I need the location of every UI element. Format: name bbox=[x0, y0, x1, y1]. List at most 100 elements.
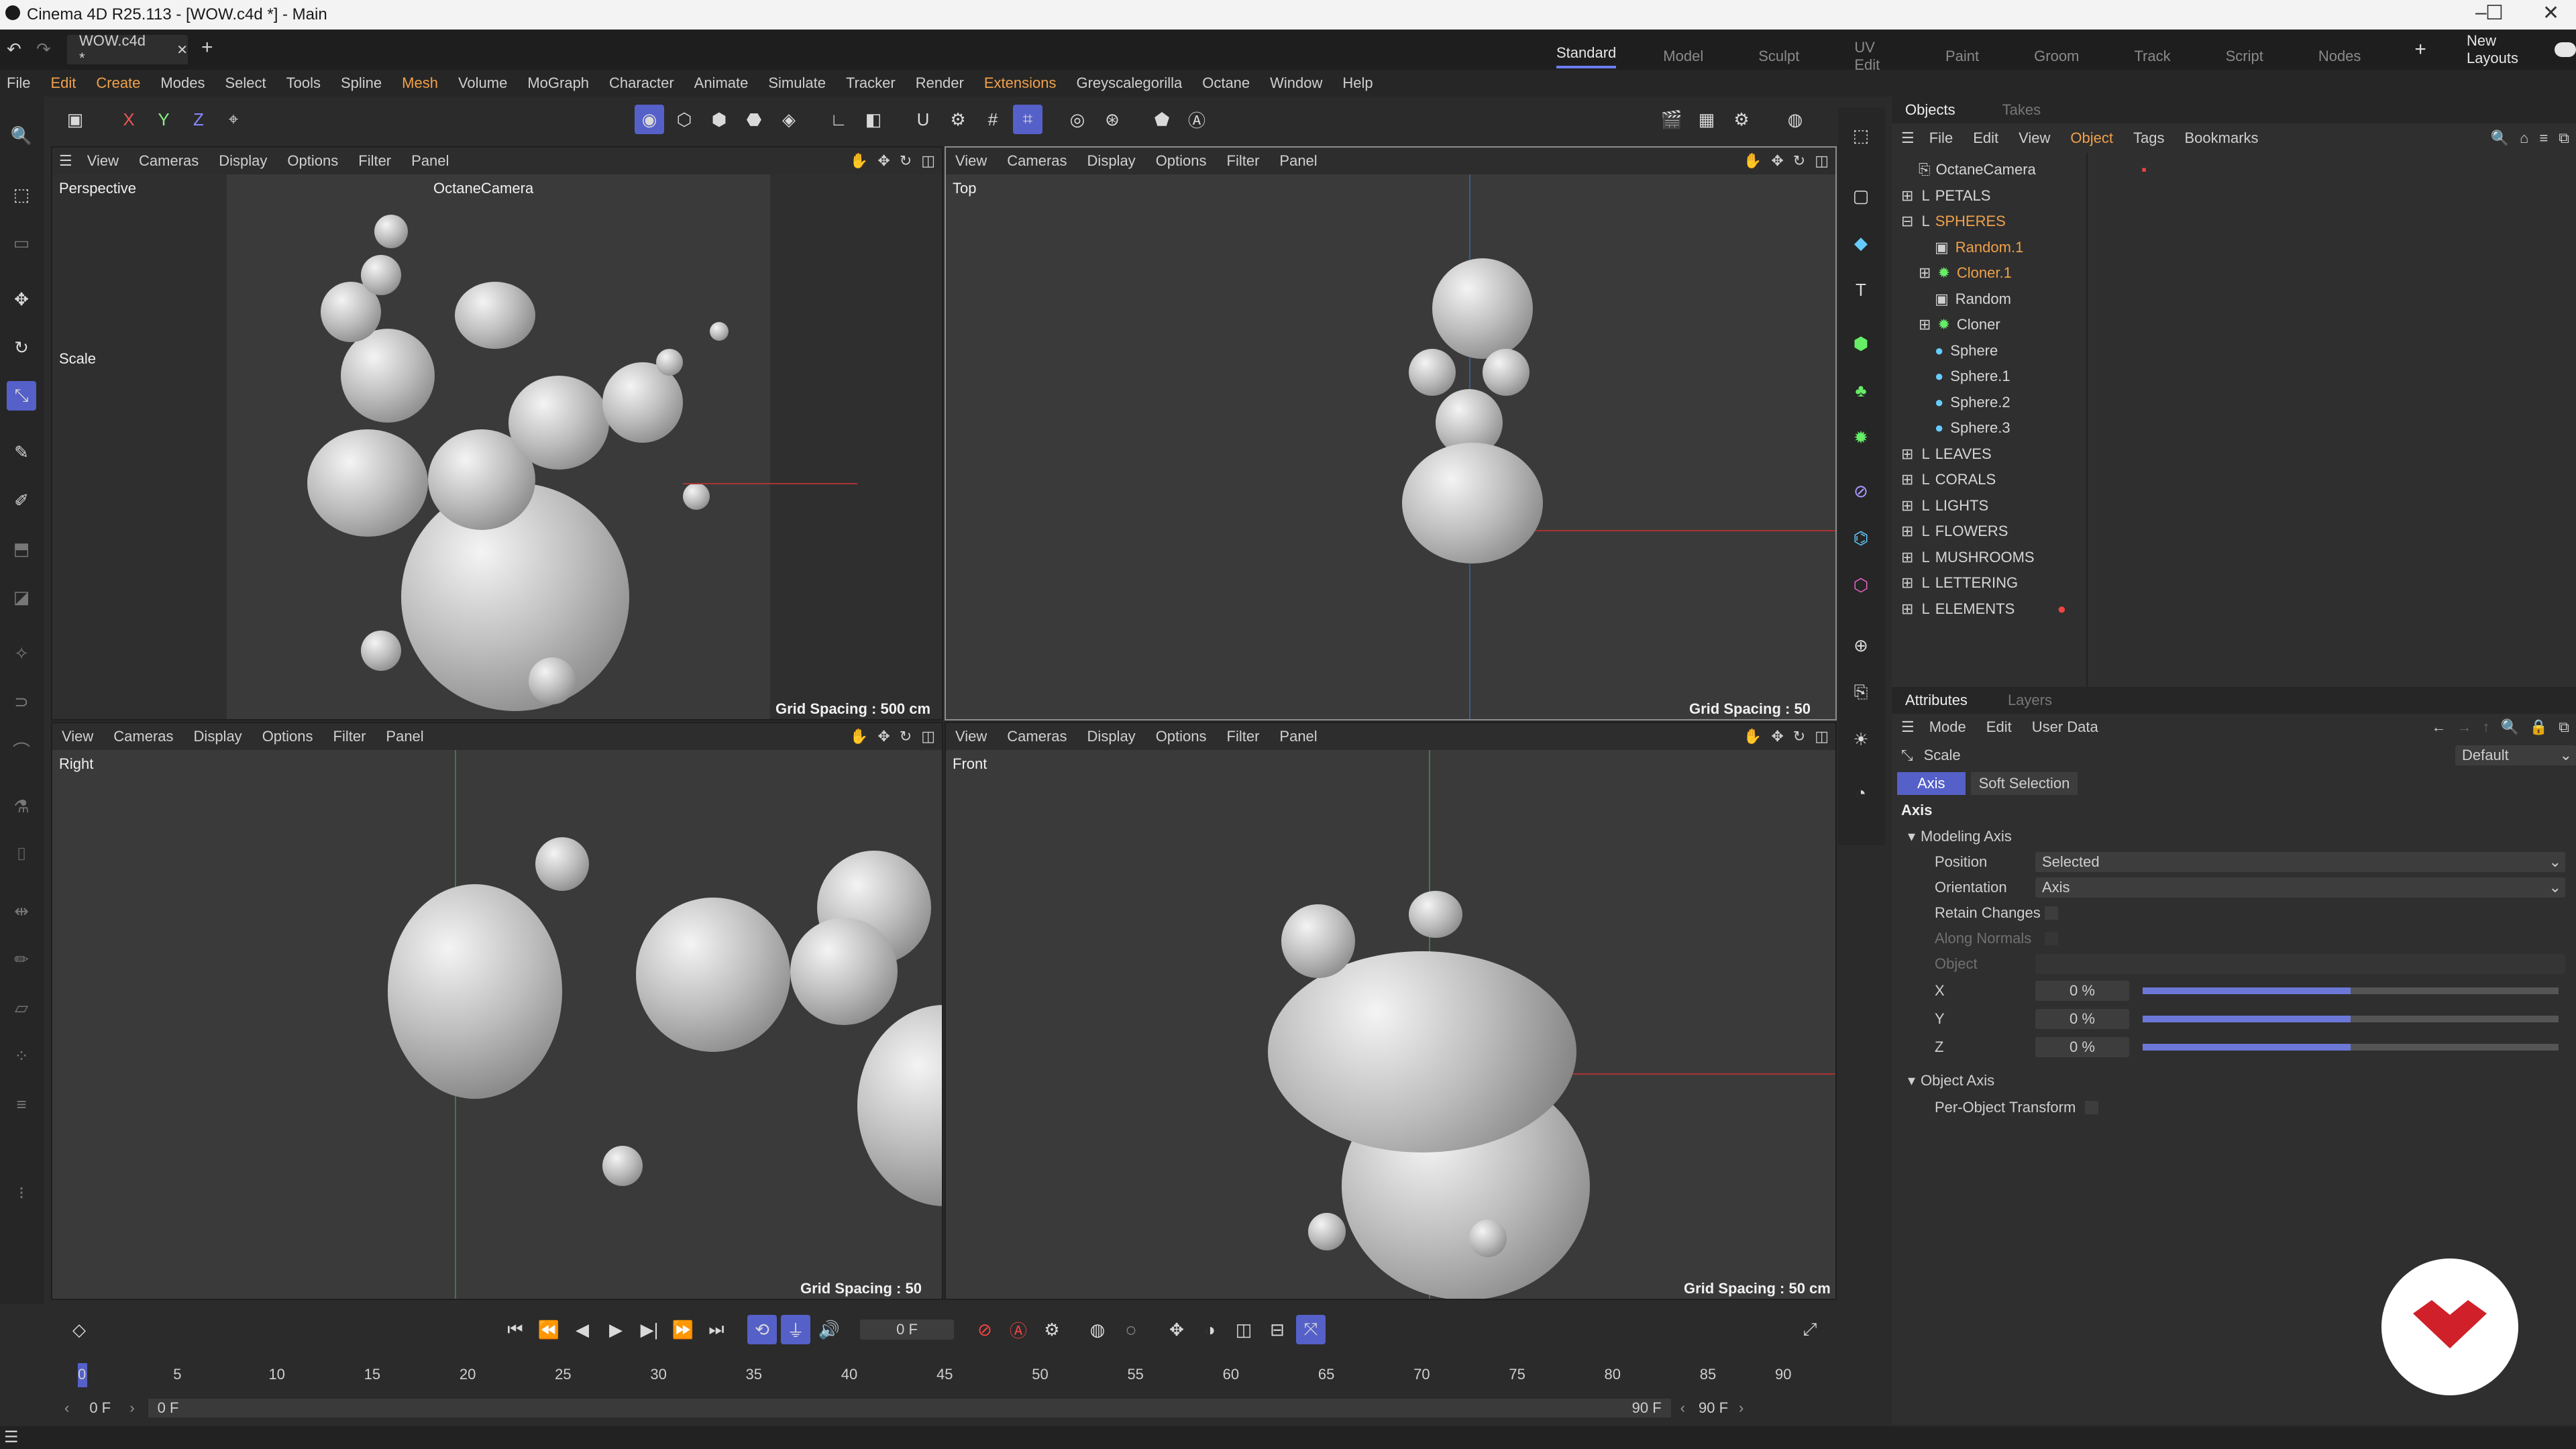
keyframe-settings-icon[interactable]: ⚙ bbox=[1037, 1315, 1067, 1344]
key-rotation-icon[interactable]: ◌ bbox=[1116, 1315, 1146, 1344]
solo-icon[interactable]: ⬟ bbox=[1147, 105, 1177, 134]
obj-menu-object[interactable]: Object bbox=[2070, 129, 2113, 147]
layout-toggle[interactable] bbox=[2555, 42, 2576, 57]
go-to-start-icon[interactable]: ⏮ bbox=[500, 1315, 530, 1344]
subtab-axis[interactable]: Axis bbox=[1897, 772, 1966, 795]
volume-icon[interactable]: ⬡ bbox=[1846, 570, 1876, 600]
snap-settings-icon[interactable]: ⚙ bbox=[943, 105, 973, 134]
move-view-icon[interactable]: ✥ bbox=[1771, 728, 1783, 745]
layout-tab[interactable]: Sculpt bbox=[1758, 48, 1799, 65]
pan-view-icon[interactable]: ✋ bbox=[1743, 728, 1762, 745]
tab-objects[interactable]: Objects bbox=[1905, 101, 1955, 119]
smooth-tool-icon[interactable]: ⌒ bbox=[7, 735, 36, 765]
object-row[interactable]: ⊞ ✹ Cloner bbox=[1892, 312, 2576, 338]
menu-window[interactable]: Window bbox=[1270, 74, 1322, 92]
playback-rate-icon[interactable]: ⏚ bbox=[781, 1315, 810, 1344]
vp-menu-options[interactable]: Options bbox=[1156, 152, 1207, 170]
lock-y-button[interactable]: Y bbox=[149, 105, 178, 134]
menu-tools[interactable]: Tools bbox=[286, 74, 321, 92]
play-icon[interactable]: ▶ bbox=[601, 1315, 631, 1344]
move-view-icon[interactable]: ✥ bbox=[877, 728, 890, 745]
bevel-tool-icon[interactable]: ◪ bbox=[7, 582, 36, 612]
object-row[interactable]: ● Sphere bbox=[1892, 338, 2576, 364]
menu-greyscalegorilla[interactable]: Greyscalegorilla bbox=[1076, 74, 1182, 92]
polygons-mode-icon[interactable]: ⬣ bbox=[739, 105, 769, 134]
layout-tab[interactable]: Nodes bbox=[2318, 48, 2361, 65]
key-points-icon[interactable]: ⊟ bbox=[1263, 1315, 1292, 1344]
lock-z-button[interactable]: Z bbox=[184, 105, 213, 134]
rotate-view-icon[interactable]: ↻ bbox=[1793, 152, 1805, 170]
layout-tab[interactable]: Groom bbox=[2034, 48, 2079, 65]
menu-edit[interactable]: Edit bbox=[50, 74, 76, 92]
end-right-arrow-icon[interactable]: › bbox=[1739, 1399, 1743, 1417]
axis-slider[interactable] bbox=[2143, 1044, 2559, 1051]
attr-menu-edit[interactable]: Edit bbox=[1986, 718, 2012, 736]
null-object-icon[interactable]: ⬚ bbox=[1846, 121, 1876, 150]
start-frame[interactable]: 0 F bbox=[89, 1399, 129, 1417]
vp-menu-panel[interactable]: Panel bbox=[411, 152, 449, 170]
vp-menu-filter[interactable]: Filter bbox=[358, 152, 391, 170]
vp-menu-filter[interactable]: Filter bbox=[1227, 728, 1260, 745]
text-icon[interactable]: T bbox=[1846, 275, 1876, 305]
vp-menu-cameras[interactable]: Cameras bbox=[1007, 728, 1067, 745]
workplane-grid-icon[interactable]: # bbox=[978, 105, 1008, 134]
new-window-icon[interactable]: ⧉ bbox=[2559, 129, 2569, 147]
menu-modes[interactable]: Modes bbox=[160, 74, 205, 92]
menu-mesh[interactable]: Mesh bbox=[402, 74, 438, 92]
prev-frame-icon[interactable]: ◀ bbox=[568, 1315, 597, 1344]
live-selection-icon[interactable]: ⬚ bbox=[7, 180, 36, 209]
move-tool-icon[interactable]: ✥ bbox=[7, 284, 36, 314]
move-view-icon[interactable]: ✥ bbox=[1771, 152, 1783, 170]
layout-tab[interactable]: Standard bbox=[1556, 44, 1617, 68]
expand-icon[interactable]: ⊞ bbox=[1919, 264, 1931, 282]
position-dropdown[interactable]: Selected ⌄ bbox=[2035, 852, 2565, 872]
toggle-view-icon[interactable]: ◫ bbox=[921, 152, 935, 170]
viewport-perspective[interactable]: ☰ View Cameras Display Options Filter Pa… bbox=[51, 146, 943, 720]
deformer-icon[interactable]: ⊘ bbox=[1846, 476, 1876, 506]
menu-spline[interactable]: Spline bbox=[341, 74, 382, 92]
pan-view-icon[interactable]: ✋ bbox=[850, 152, 868, 170]
mirror-tool-icon[interactable]: ⇹ bbox=[7, 896, 36, 926]
per-object-checkbox[interactable] bbox=[2085, 1101, 2098, 1114]
tab-layers[interactable]: Layers bbox=[2008, 692, 2052, 709]
object-row[interactable]: ⊞ L MUSHROOMS bbox=[1892, 545, 2576, 571]
object-row[interactable]: ● Sphere.2 bbox=[1892, 390, 2576, 416]
object-row[interactable]: ▣ Random bbox=[1892, 286, 2576, 313]
environment-icon[interactable]: ⊕ bbox=[1846, 631, 1876, 660]
expand-icon[interactable]: ⊞ bbox=[1901, 445, 1913, 463]
end-left-arrow-icon[interactable]: ‹ bbox=[1680, 1399, 1685, 1417]
key-pla-icon[interactable]: ◫ bbox=[1229, 1315, 1258, 1344]
obj-menu-file[interactable]: File bbox=[1929, 129, 1953, 147]
vp-menu-filter[interactable]: Filter bbox=[333, 728, 366, 745]
timeline-expand-icon[interactable]: ⤢ bbox=[1795, 1315, 1825, 1344]
quantize-icon[interactable]: ⌗ bbox=[1013, 105, 1042, 134]
range-left-arrow-icon[interactable]: ‹ bbox=[64, 1399, 69, 1417]
render-view-icon[interactable]: 🎬 bbox=[1657, 105, 1686, 134]
object-row[interactable]: ● Sphere.3 bbox=[1892, 415, 2576, 441]
vp-menu-display[interactable]: Display bbox=[1087, 728, 1136, 745]
layout-tab[interactable]: Script bbox=[2226, 48, 2263, 65]
toggle-view-icon[interactable]: ◫ bbox=[1815, 728, 1829, 745]
tab-attributes[interactable]: Attributes bbox=[1905, 692, 1968, 709]
expand-icon[interactable]: ⊞ bbox=[1901, 523, 1913, 540]
camera-icon[interactable]: ⎘ bbox=[1846, 678, 1876, 707]
menu-file[interactable]: File bbox=[7, 74, 30, 92]
menu-extensions[interactable]: Extensions bbox=[984, 74, 1057, 92]
toggle-view-icon[interactable]: ◫ bbox=[921, 728, 935, 745]
vp-menu-view[interactable]: View bbox=[62, 728, 93, 745]
effector-icon[interactable]: ✹ bbox=[1846, 423, 1876, 452]
edges-mode-icon[interactable]: ⬢ bbox=[704, 105, 734, 134]
undo-icon[interactable]: ↶ bbox=[7, 39, 21, 60]
vp-menu-panel[interactable]: Panel bbox=[386, 728, 423, 745]
viewport-front[interactable]: View Cameras Display Options Filter Pane… bbox=[945, 722, 1837, 1300]
expand-icon[interactable]: ⊞ bbox=[1901, 600, 1913, 618]
preset-dropdown[interactable]: Default ⌄ bbox=[2455, 745, 2576, 765]
menu-tracker[interactable]: Tracker bbox=[846, 74, 896, 92]
vp-menu-cameras[interactable]: Cameras bbox=[139, 152, 199, 170]
obj-menu-tags[interactable]: Tags bbox=[2133, 129, 2164, 147]
current-frame-field[interactable]: 0 F bbox=[860, 1320, 954, 1340]
object-row[interactable]: ⊞ L ELEMENTS ● bbox=[1892, 596, 2576, 623]
menu-create[interactable]: Create bbox=[96, 74, 140, 92]
layer-tool-icon[interactable]: ≡ bbox=[7, 1089, 36, 1119]
vp-menu-filter[interactable]: Filter bbox=[1227, 152, 1260, 170]
